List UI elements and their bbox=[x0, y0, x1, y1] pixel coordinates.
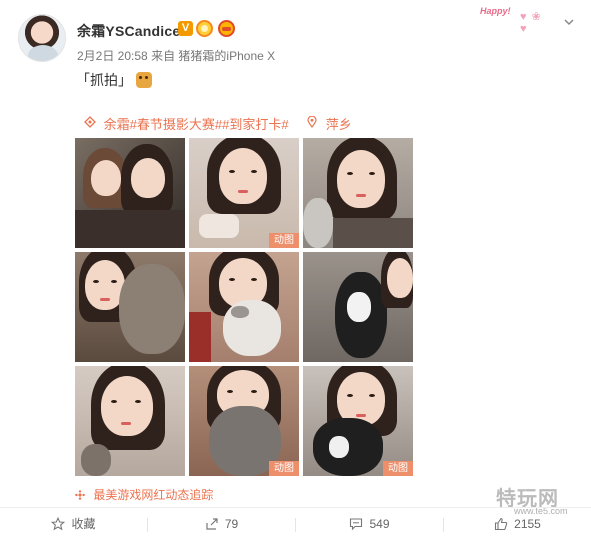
username[interactable]: 余霜YSCandice bbox=[77, 21, 180, 41]
post-timestamp[interactable]: 2月2日 20:58 bbox=[77, 49, 148, 63]
post-text-content: 「抓拍」 bbox=[76, 72, 132, 88]
source-link[interactable]: 最美游戏网红动态追踪 bbox=[93, 488, 213, 502]
device-name: 猪猪霜的iPhone X bbox=[178, 49, 276, 63]
red-packet-badge-icon bbox=[218, 20, 235, 37]
photo-1[interactable] bbox=[75, 138, 185, 248]
source-line: 最美游戏网红动态追踪 bbox=[75, 486, 213, 503]
favorite-button[interactable]: 收藏 bbox=[0, 508, 147, 539]
thumbs-up-icon bbox=[495, 517, 508, 530]
photo-8[interactable]: 动图 bbox=[189, 366, 299, 476]
gif-badge: 动图 bbox=[269, 461, 299, 476]
location-pin-icon bbox=[307, 115, 317, 128]
photo-2[interactable]: 动图 bbox=[189, 138, 299, 248]
comment-button[interactable]: 549 bbox=[296, 508, 443, 539]
chevron-down-icon[interactable] bbox=[563, 16, 575, 28]
star-icon bbox=[51, 516, 66, 530]
source-star-icon bbox=[75, 490, 85, 500]
dog-emoji-icon bbox=[136, 72, 152, 88]
level-badge-icon bbox=[196, 20, 213, 37]
avatar[interactable] bbox=[18, 14, 66, 62]
weibo-post-card: 余霜YSCandice V 2月2日 20:58 来自 猪猪霜的iPhone X… bbox=[0, 0, 591, 539]
repost-button[interactable]: 79 bbox=[148, 508, 295, 539]
favorite-label: 收藏 bbox=[71, 517, 96, 531]
photo-9[interactable]: 动图 bbox=[303, 366, 413, 476]
topic-links[interactable]: 余霜#春节摄影大赛##到家打卡# bbox=[104, 114, 289, 133]
like-button[interactable]: 2155 bbox=[444, 508, 591, 539]
repost-count: 79 bbox=[224, 516, 239, 531]
action-bar: 收藏 79 549 2155 bbox=[0, 508, 591, 539]
post-meta: 2月2日 20:58 来自 猪猪霜的iPhone X bbox=[77, 47, 275, 64]
image-grid: 动图 动图 动图 bbox=[75, 138, 413, 478]
topic-tag-icon bbox=[84, 116, 96, 128]
gif-badge: 动图 bbox=[269, 233, 299, 248]
like-count: 2155 bbox=[514, 516, 541, 531]
happy-decoration-icon: Happy! ♥ ❀ ♥ bbox=[480, 6, 542, 35]
comment-icon bbox=[350, 517, 363, 530]
photo-6[interactable] bbox=[303, 252, 413, 362]
location-link[interactable]: 萍乡 bbox=[326, 114, 352, 133]
photo-7[interactable] bbox=[75, 366, 185, 476]
photo-5[interactable] bbox=[189, 252, 299, 362]
post-text: 「抓拍」 bbox=[76, 70, 152, 90]
happy-text: Happy! bbox=[480, 6, 511, 16]
repost-icon bbox=[206, 517, 218, 530]
photo-4[interactable] bbox=[75, 252, 185, 362]
comment-count: 549 bbox=[369, 516, 390, 531]
verified-badge-icon: V bbox=[178, 21, 193, 36]
photo-3[interactable] bbox=[303, 138, 413, 248]
gif-badge: 动图 bbox=[383, 461, 413, 476]
from-label: 来自 bbox=[151, 49, 176, 63]
topics-line: 余霜#春节摄影大赛##到家打卡# 萍乡 bbox=[84, 114, 352, 133]
